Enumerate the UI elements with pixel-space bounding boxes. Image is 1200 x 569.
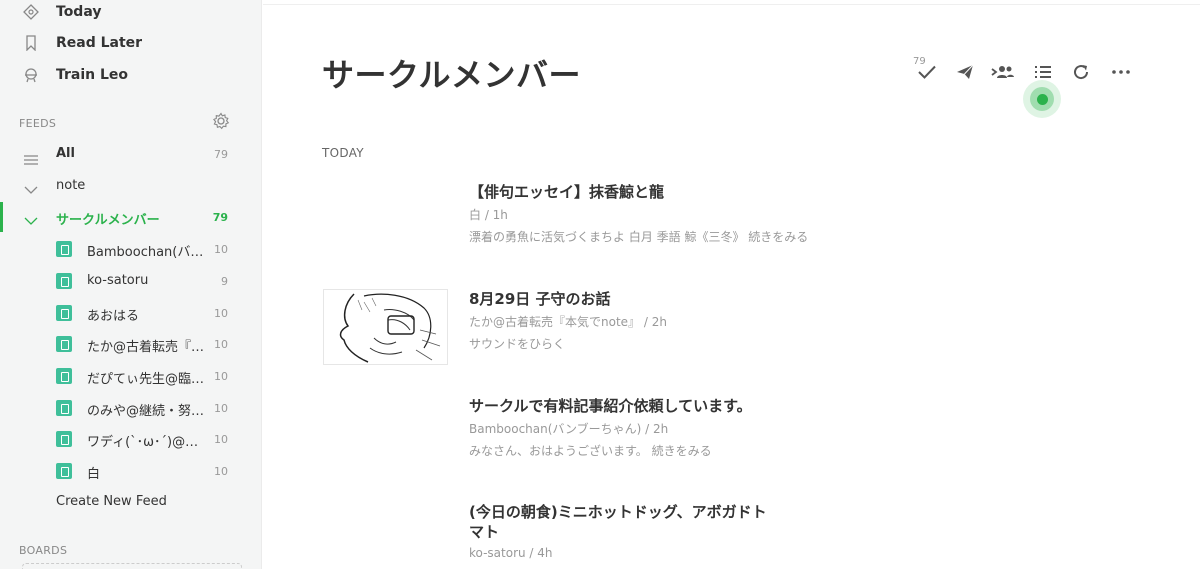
page-title: サークルメンバー — [322, 56, 582, 94]
article-title[interactable]: 【俳句エッセイ】抹香鯨と龍 — [469, 182, 769, 202]
article-summary: 漂着の勇魚に活気づくまちよ 白月 季語 鯨《三冬》 続きをみる — [469, 230, 809, 244]
article-title[interactable]: (今日の朝食)ミニホットドッグ、アボガドトマト — [469, 502, 769, 542]
source-label: Bamboochan(バ… — [87, 245, 204, 260]
nav-read-later-label: Read Later — [56, 35, 143, 51]
source-count: 10 — [214, 370, 228, 383]
note-source-icon — [56, 305, 72, 321]
source-item[interactable]: Bamboochan(バ… 10 — [0, 234, 262, 264]
team-share-icon[interactable] — [991, 60, 1015, 84]
source-item[interactable]: のみや@継続・努… 10 — [0, 393, 262, 423]
chevron-down-icon[interactable] — [24, 211, 38, 230]
leo-icon — [23, 67, 39, 83]
feed-circle-members-count: 79 — [212, 211, 228, 224]
bookmark-icon — [23, 35, 39, 51]
sidebar: Today Read Later Train Leo FEEDS All 79 … — [0, 0, 262, 569]
source-label: のみや@継続・努… — [87, 404, 205, 419]
source-count: 10 — [214, 433, 228, 446]
nav-today[interactable]: Today — [0, 0, 262, 27]
board-placeholder[interactable] — [22, 563, 242, 569]
source-item[interactable]: ko-satoru 9 — [0, 266, 262, 296]
source-label: 白 — [87, 467, 101, 482]
article-entry[interactable]: 【俳句エッセイ】抹香鯨と龍 白 / 1h 漂着の勇魚に活気づくまちよ 白月 季語… — [322, 180, 1142, 260]
source-label: たか@古着転売『… — [87, 340, 205, 355]
note-source-icon — [56, 431, 72, 447]
section-day-label: TODAY — [322, 146, 364, 160]
feed-all-label: All — [56, 146, 75, 161]
article-entry[interactable]: サークルで有料記事紹介依頼しています。 Bamboochan(バンブーちゃん) … — [322, 396, 1142, 466]
note-source-icon — [56, 241, 72, 257]
boards-section-title: BOARDS — [19, 544, 68, 557]
article-meta: 白 / 1h — [469, 208, 508, 222]
top-divider — [263, 0, 1200, 5]
source-count: 10 — [214, 338, 228, 351]
nav-train-leo[interactable]: Train Leo — [0, 60, 262, 90]
feed-note-label: note — [56, 178, 86, 193]
source-count: 10 — [214, 402, 228, 415]
article-title[interactable]: 8月29日 子守のお話 — [469, 289, 769, 309]
settings-gear-icon[interactable] — [212, 112, 230, 134]
source-item[interactable]: たか@古着転売『… 10 — [0, 329, 262, 359]
feed-circle-members-label: サークルメンバー — [56, 213, 160, 228]
feed-all[interactable]: All 79 — [0, 139, 262, 169]
source-item[interactable]: 白 10 — [0, 456, 262, 486]
source-label: あおはる — [87, 309, 140, 324]
note-source-icon — [56, 368, 72, 384]
source-item[interactable]: だぴてぃ先生@臨… 10 — [0, 361, 262, 391]
article-entry[interactable]: (今日の朝食)ミニホットドッグ、アボガドトマト ko-satoru / 4h — [322, 502, 1142, 569]
source-count: 10 — [214, 307, 228, 320]
note-source-icon — [56, 463, 72, 479]
note-source-icon — [56, 400, 72, 416]
feeds-section-title: FEEDS — [19, 117, 57, 130]
nav-today-label: Today — [56, 4, 102, 20]
article-meta: たか@古着転売『本気でnote』 / 2h — [469, 315, 667, 329]
note-source-icon — [56, 273, 72, 289]
source-count: 9 — [221, 275, 228, 288]
feed-all-count: 79 — [214, 148, 228, 161]
feed-circle-members[interactable]: サークルメンバー 79 — [0, 202, 262, 232]
source-count: 10 — [214, 243, 228, 256]
source-count: 10 — [214, 465, 228, 478]
share-send-icon[interactable] — [953, 60, 977, 84]
note-source-icon — [56, 336, 72, 352]
today-icon — [23, 4, 39, 20]
nav-train-leo-label: Train Leo — [56, 67, 129, 83]
more-options-icon[interactable] — [1109, 60, 1133, 84]
article-meta: ko-satoru / 4h — [469, 546, 553, 560]
create-new-feed-link[interactable]: Create New Feed — [56, 494, 167, 509]
mark-as-read-check-icon[interactable] — [915, 60, 939, 84]
chevron-down-icon[interactable] — [24, 180, 38, 199]
article-thumbnail[interactable] — [323, 289, 448, 365]
source-item[interactable]: ワディ(`･ω･´)@… 10 — [0, 424, 262, 454]
source-label: ko-satoru — [87, 273, 149, 288]
article-summary: サウンドをひらく — [469, 337, 566, 351]
source-label: ワディ(`･ω･´)@… — [87, 435, 199, 450]
source-item[interactable]: あおはる 10 — [0, 298, 262, 328]
article-entry[interactable]: 8月29日 子守のお話 たか@古着転売『本気でnote』 / 2h サウンドをひ… — [322, 289, 1142, 369]
article-summary: みなさん、おはようございます。 続きをみる — [469, 444, 712, 458]
list-icon — [24, 150, 38, 169]
article-title[interactable]: サークルで有料記事紹介依頼しています。 — [469, 396, 769, 416]
nav-read-later[interactable]: Read Later — [0, 28, 262, 58]
source-label: だぴてぃ先生@臨… — [87, 372, 205, 387]
onboarding-hotspot[interactable] — [1023, 80, 1061, 118]
main-content: サークルメンバー 79 TODAY 【俳句エッセイ】抹香鯨と龍 白 / 1h 漂… — [263, 0, 1200, 569]
feed-note[interactable]: note — [0, 171, 262, 201]
refresh-icon[interactable] — [1069, 60, 1093, 84]
article-meta: Bamboochan(バンブーちゃん) / 2h — [469, 422, 669, 436]
